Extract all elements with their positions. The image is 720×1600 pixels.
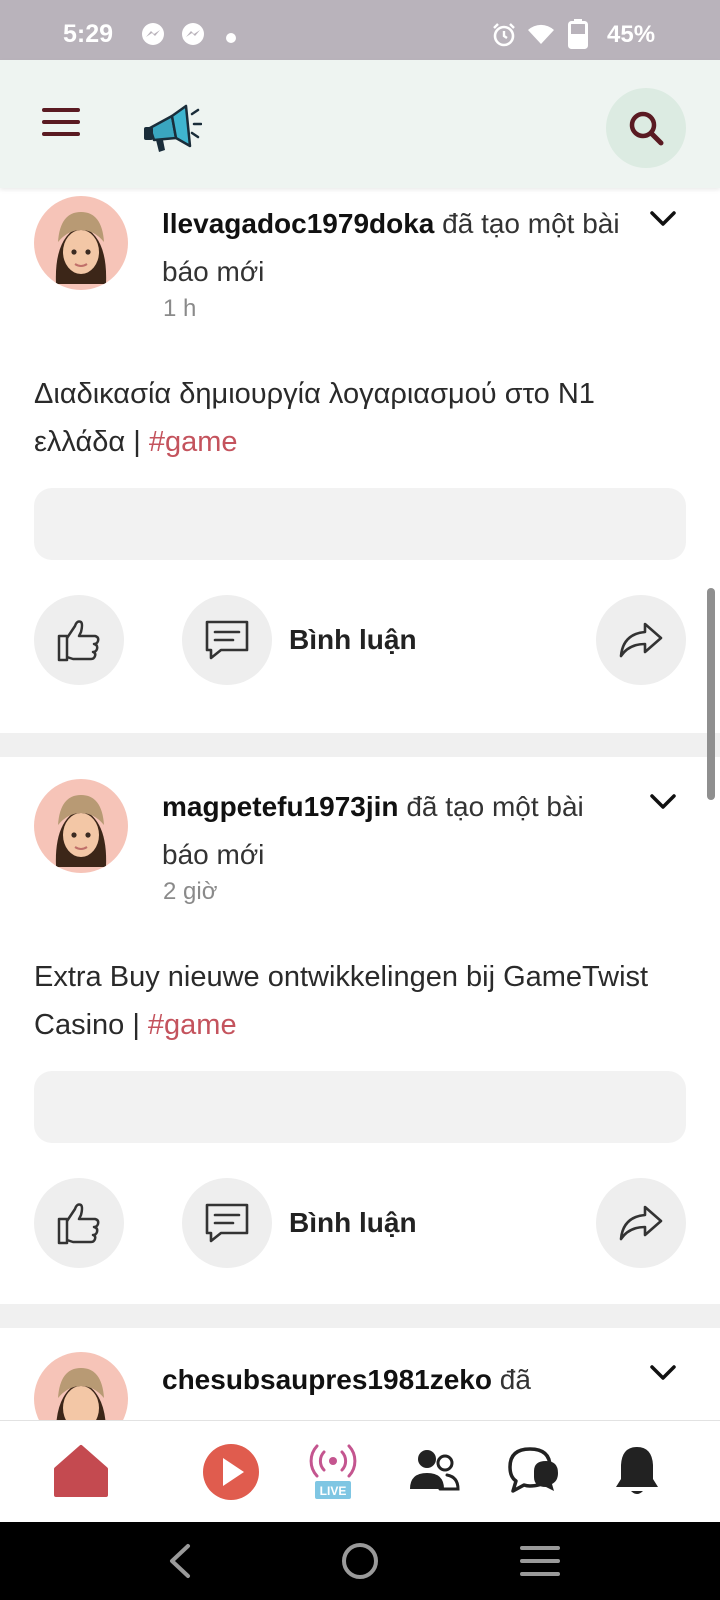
chat-icon[interactable] xyxy=(502,1439,568,1505)
chevron-down-icon[interactable] xyxy=(648,204,678,234)
menu-button[interactable] xyxy=(38,104,84,144)
search-button[interactable] xyxy=(606,88,686,168)
live-badge: LIVE xyxy=(320,1484,347,1498)
hashtag-link[interactable]: #game xyxy=(149,426,238,458)
post-text[interactable]: Διαδικασία δημιουργία λογαριασμού στο N1… xyxy=(34,370,694,466)
post-timestamp: 2 giờ xyxy=(163,878,218,905)
battery-icon xyxy=(568,19,588,54)
post-header: llevagadoc1979doka đã tạo một bài báo mớ… xyxy=(162,200,622,296)
messenger-icon xyxy=(181,22,205,51)
status-time: 5:29 xyxy=(63,20,114,48)
comment-label[interactable]: Bình luận xyxy=(289,624,417,656)
post-username[interactable]: magpetefu1973jin xyxy=(162,791,399,822)
status-bar: 5:29 45% xyxy=(0,0,720,60)
battery-percent: 45% xyxy=(607,21,656,48)
thumbs-up-icon xyxy=(57,620,100,662)
post-header: magpetefu1973jin đã tạo một bài báo mới xyxy=(162,783,622,879)
share-button[interactable] xyxy=(596,1178,686,1268)
thumbs-up-icon xyxy=(57,1203,100,1245)
back-icon[interactable] xyxy=(166,1542,194,1585)
news-feed[interactable]: llevagadoc1979doka đã tạo một bài báo mớ… xyxy=(0,188,720,1420)
like-button[interactable] xyxy=(34,1178,124,1268)
like-button[interactable] xyxy=(34,595,124,685)
comment-icon xyxy=(205,620,249,660)
bottom-navigation: LIVE xyxy=(0,1420,720,1522)
post-divider xyxy=(0,733,720,757)
alarm-icon xyxy=(491,22,517,53)
home-icon[interactable] xyxy=(48,1439,114,1505)
friends-icon[interactable] xyxy=(402,1439,468,1505)
system-navigation-bar xyxy=(0,1522,720,1600)
wifi-icon xyxy=(526,22,556,51)
recents-icon[interactable] xyxy=(520,1544,560,1583)
post-divider xyxy=(0,1304,720,1328)
post-action: đã xyxy=(499,1364,531,1395)
bell-icon[interactable] xyxy=(604,1439,670,1505)
megaphone-icon[interactable] xyxy=(142,100,203,161)
hashtag-link[interactable]: #game xyxy=(148,1009,237,1041)
search-icon xyxy=(629,111,664,146)
share-icon xyxy=(619,1205,663,1241)
scrollbar[interactable] xyxy=(707,588,715,800)
home-circle-icon[interactable] xyxy=(340,1541,380,1586)
feed-post: llevagadoc1979doka đã tạo một bài báo mớ… xyxy=(0,188,720,733)
dot-icon xyxy=(226,30,236,48)
chevron-down-icon[interactable] xyxy=(648,787,678,817)
app-header xyxy=(0,60,720,188)
post-timestamp: 1 h xyxy=(163,295,197,322)
post-text[interactable]: Extra Buy nieuwe ontwikkelingen bij Game… xyxy=(34,953,694,1049)
messenger-icon xyxy=(141,22,165,51)
chevron-down-icon[interactable] xyxy=(648,1358,678,1388)
avatar[interactable] xyxy=(34,779,128,873)
post-media-placeholder[interactable] xyxy=(34,1071,686,1143)
share-button[interactable] xyxy=(596,595,686,685)
post-header: chesubsaupres1981zeko đã xyxy=(162,1356,622,1404)
feed-post: magpetefu1973jin đã tạo một bài báo mới … xyxy=(0,757,720,1304)
comment-label[interactable]: Bình luận xyxy=(289,1207,417,1239)
feed-post: chesubsaupres1981zeko đã xyxy=(0,1328,720,1420)
post-username[interactable]: chesubsaupres1981zeko xyxy=(162,1364,492,1395)
post-media-placeholder[interactable] xyxy=(34,488,686,560)
share-icon xyxy=(619,622,663,658)
post-username[interactable]: llevagadoc1979doka xyxy=(162,208,434,239)
avatar[interactable] xyxy=(34,1352,128,1420)
play-icon[interactable] xyxy=(198,1439,264,1505)
comment-icon xyxy=(205,1203,249,1243)
hamburger-menu-icon xyxy=(42,108,80,112)
avatar[interactable] xyxy=(34,196,128,290)
comment-button[interactable] xyxy=(182,595,272,685)
comment-button[interactable] xyxy=(182,1178,272,1268)
live-icon[interactable]: LIVE xyxy=(300,1439,366,1505)
